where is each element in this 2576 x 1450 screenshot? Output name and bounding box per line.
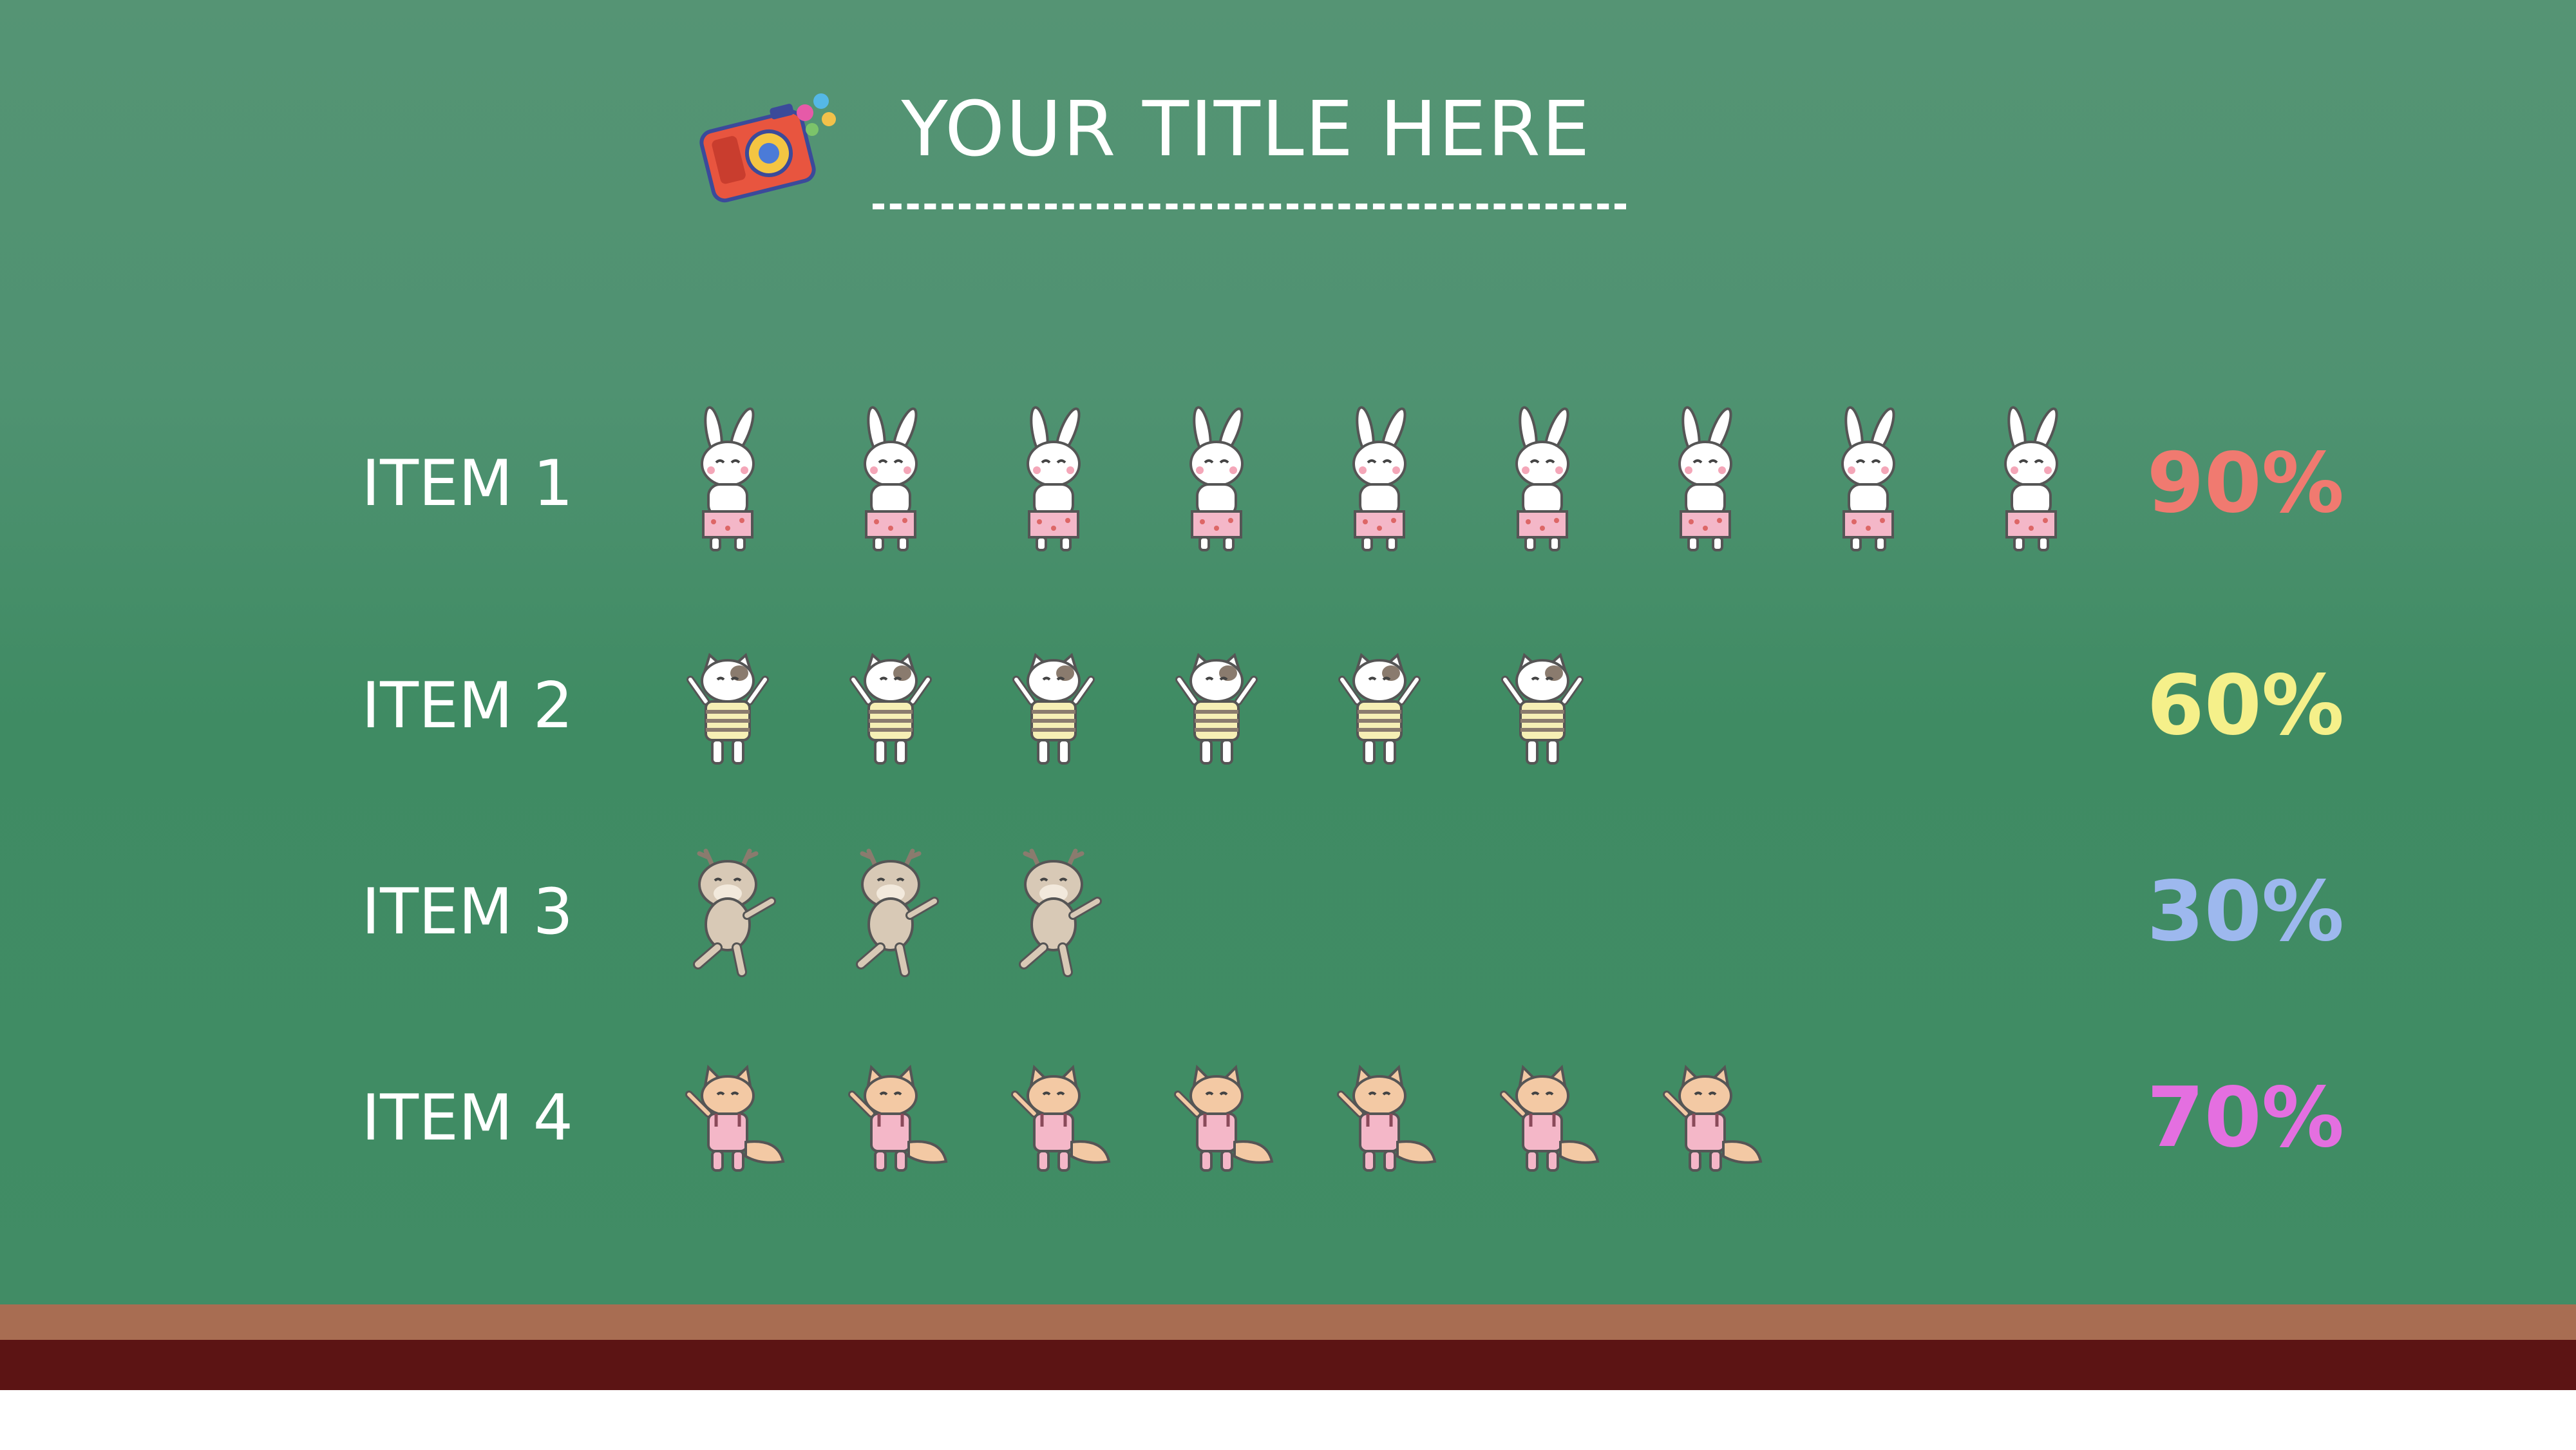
cat-icon xyxy=(1342,655,1417,763)
fox-icon xyxy=(1504,1067,1598,1170)
bunny-icon xyxy=(864,405,922,551)
bunny-icon xyxy=(1352,405,1411,551)
category-label: ITEM 3 xyxy=(361,875,573,949)
cat-icon xyxy=(1016,655,1091,763)
category-label: ITEM 4 xyxy=(361,1082,573,1155)
category-label: ITEM 1 xyxy=(361,447,573,520)
fox-icon xyxy=(689,1067,783,1170)
fox-icon xyxy=(1178,1067,1272,1170)
cat-icon xyxy=(1179,655,1254,763)
fox-icon xyxy=(1667,1067,1761,1170)
bunny-icon xyxy=(2004,405,2063,551)
bunny-icon xyxy=(1027,405,1085,551)
deer-icon xyxy=(698,851,772,972)
bunny-icon xyxy=(1678,405,1737,551)
fox-icon xyxy=(1341,1067,1435,1170)
bunny-icon xyxy=(701,405,759,551)
value-label: 60% xyxy=(2147,658,2344,754)
fox-icon xyxy=(1015,1067,1109,1170)
deer-icon xyxy=(1024,851,1097,972)
cat-icon xyxy=(853,655,928,763)
deer-icon xyxy=(861,851,934,972)
bunny-icon xyxy=(1515,405,1574,551)
bunny-icon xyxy=(1189,405,1248,551)
cat-icon xyxy=(690,655,765,763)
category-label: ITEM 2 xyxy=(361,669,573,743)
pictogram-chart: ITEM 1 90% ITEM 2 60% ITEM 3 30% ITEM 4 70% xyxy=(361,405,2344,1450)
value-label: 30% xyxy=(2147,864,2344,960)
fox-icon xyxy=(852,1067,946,1170)
bunny-icon xyxy=(1841,405,1900,551)
cat-icon xyxy=(1505,655,1580,763)
value-label: 70% xyxy=(2147,1070,2344,1166)
value-label: 90% xyxy=(2147,435,2344,531)
